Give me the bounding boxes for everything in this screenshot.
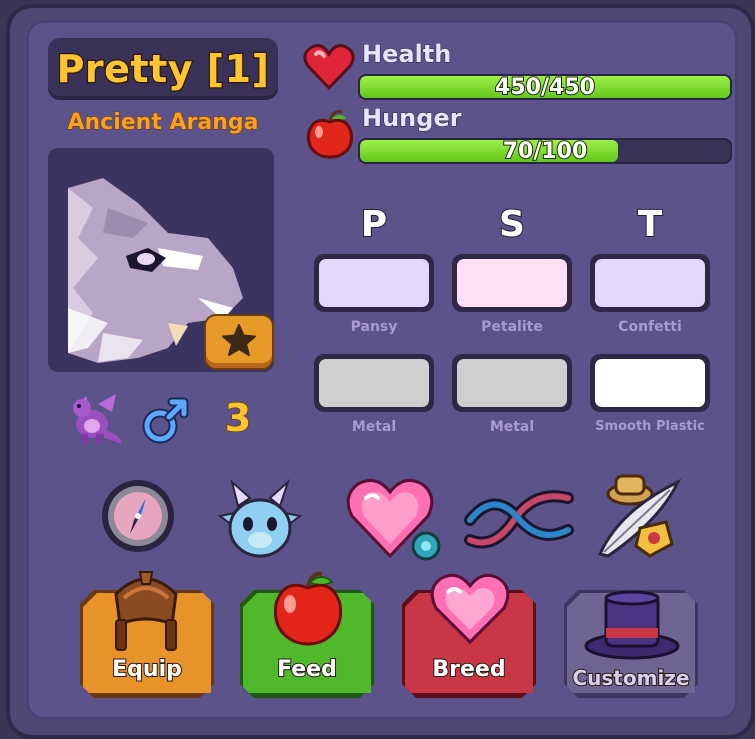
material-name: Smooth Plastic [595,419,705,434]
top-hat-icon [582,586,682,664]
quill-hat-icon[interactable] [590,470,682,558]
male-symbol-icon [140,394,192,446]
hunger-label: Hunger [362,104,463,133]
color-slot-p1[interactable] [314,254,434,312]
color-slot-t1[interactable] [590,254,710,312]
breed-button[interactable]: Breed [402,573,536,698]
creature-face-icon[interactable] [210,476,303,558]
customize-button[interactable]: Customize [564,590,698,698]
material-slot-s2[interactable] [452,354,572,412]
feed-button[interactable]: Feed [240,571,374,698]
apple-icon [268,568,348,652]
color-swatch [457,259,567,307]
hunger-value: 70/100 [502,138,589,164]
hunger-bar: 70/100 [358,138,732,164]
star-icon [221,323,257,361]
material-swatch [319,359,429,407]
color-slot-s1[interactable] [452,254,572,312]
pet-age: 3 [224,395,252,441]
material-name: Metal [489,419,535,435]
dragon-icon [64,390,126,450]
dna-icon[interactable] [464,480,574,560]
secondary-color-header: S [498,203,526,246]
tertiary-color-header: T [637,203,664,246]
gem-heart-icon[interactable] [344,472,441,561]
apple-icon [304,108,356,164]
equip-label: Equip [111,656,183,683]
favorite-button[interactable] [206,316,272,368]
pet-name-plate: Pretty [1] [48,38,278,100]
heart-icon [302,42,356,96]
color-name: Petalite [481,319,543,335]
customize-label: Customize [571,665,690,691]
primary-color-header: P [360,203,388,246]
material-swatch [457,359,567,407]
health-bar: 450/450 [358,74,732,100]
material-swatch [595,359,705,407]
saddle-icon [106,564,186,658]
feed-label: Feed [276,656,338,683]
material-name: Metal [351,419,397,435]
color-swatch [319,259,429,307]
material-slot-p2[interactable] [314,354,434,412]
color-name: Confetti [618,319,682,335]
compass-icon[interactable] [94,476,184,556]
health-label: Health [361,40,452,69]
color-swatch [595,259,705,307]
equip-button[interactable]: Equip [80,571,214,698]
material-slot-t2[interactable] [590,354,710,412]
gem-heart-icon [428,570,512,650]
health-value: 450/450 [494,74,596,100]
pet-species: Ancient Aranga [67,110,259,136]
breed-label: Breed [431,656,506,683]
pet-name: Pretty [1] [55,46,270,93]
color-name: Pansy [350,319,398,335]
